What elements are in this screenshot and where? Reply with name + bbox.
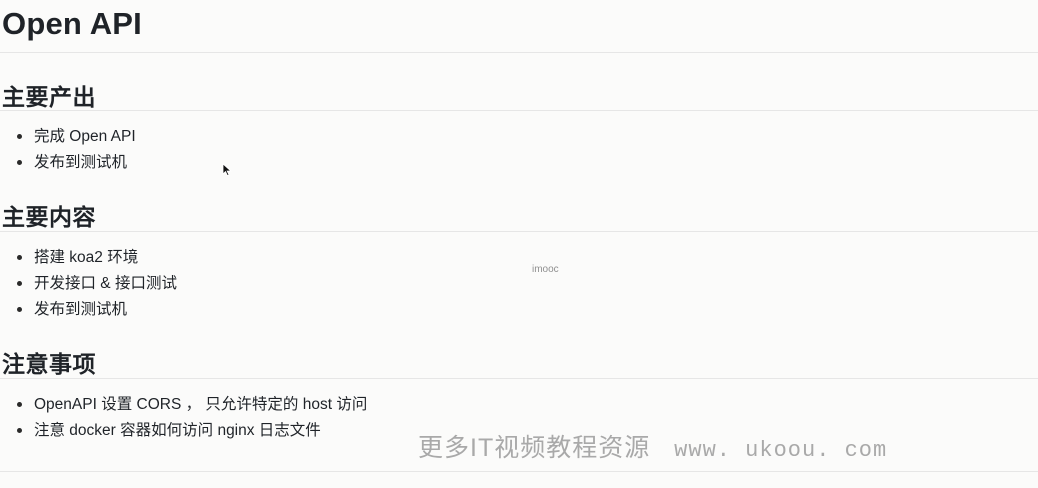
section-heading-notes: 注意事项 [2, 351, 96, 377]
section-heading-main-output: 主要产出 [2, 84, 96, 110]
bottom-divider [0, 471, 1038, 472]
resource-watermark: 更多IT视频教程资源 www. ukoou. com [418, 428, 887, 464]
mouse-pointer-icon [222, 163, 232, 177]
title-divider [0, 52, 1038, 53]
section-divider-notes [0, 378, 1038, 379]
list-item: 开发接口 & 接口测试 [17, 271, 177, 297]
page-title: Open API [2, 6, 142, 41]
main-output-list: 完成 Open API 发布到测试机 [17, 124, 136, 176]
list-item: 搭建 koa2 环境 [17, 245, 177, 271]
list-item: 发布到测试机 [17, 150, 136, 176]
main-content-list: 搭建 koa2 环境 开发接口 & 接口测试 发布到测试机 [17, 245, 177, 323]
imooc-watermark-label: imooc [532, 264, 559, 275]
list-item: 发布到测试机 [17, 297, 177, 323]
notes-list: OpenAPI 设置 CORS ， 只允许特定的 host 访问 注意 dock… [16, 392, 367, 444]
section-divider-main-content [0, 231, 1038, 232]
watermark-text: 更多IT视频教程资源 [418, 434, 651, 462]
list-item: 注意 docker 容器如何访问 nginx 日志文件 [16, 418, 367, 444]
document-page: Open API 主要产出 完成 Open API 发布到测试机 主要内容 搭建… [0, 0, 1038, 488]
section-divider-main-output [0, 110, 1038, 111]
section-heading-main-content: 主要内容 [2, 204, 96, 230]
list-item: 完成 Open API [17, 124, 136, 150]
list-item: OpenAPI 设置 CORS ， 只允许特定的 host 访问 [16, 392, 367, 418]
watermark-site-text: www. ukoou. com [674, 438, 888, 463]
